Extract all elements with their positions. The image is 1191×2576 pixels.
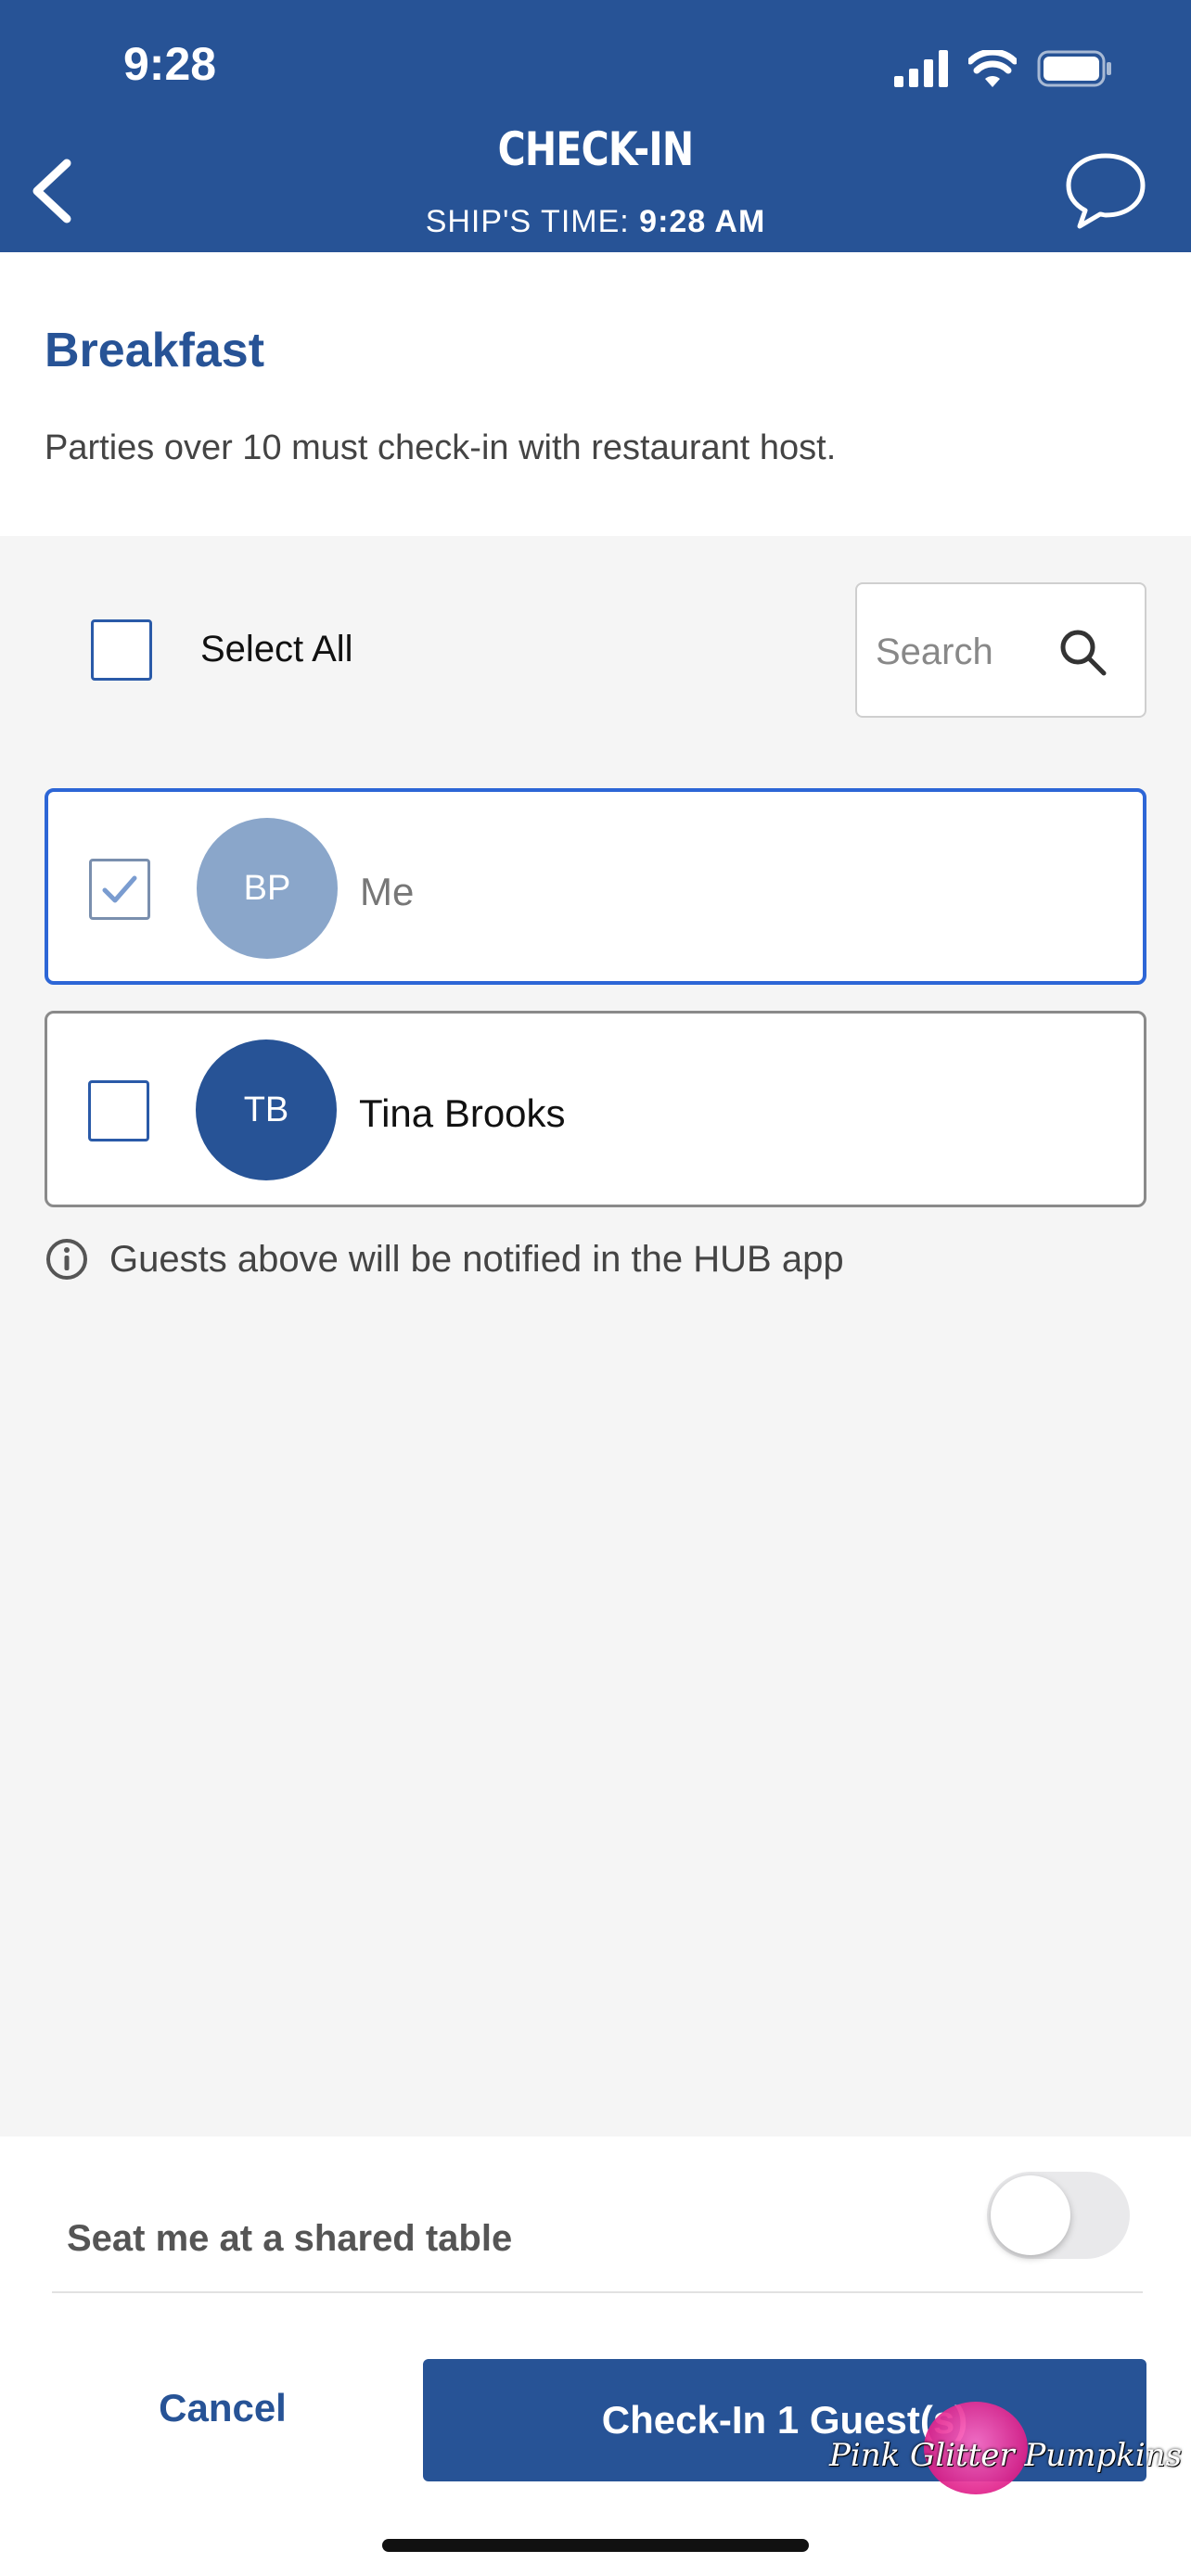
select-all-checkbox[interactable] [91, 619, 152, 681]
page-title: CHECK-IN [497, 122, 695, 176]
app-header: 9:28 CHECK-IN SHIP'S TIME: 9:28 AM [0, 0, 1191, 252]
search-box[interactable] [855, 582, 1146, 718]
guest-avatar: BP [197, 818, 338, 959]
bottom-panel: Seat me at a shared table Cancel Check-I… [0, 2136, 1191, 2576]
search-icon[interactable] [1057, 627, 1108, 677]
home-indicator [382, 2539, 809, 2552]
shared-table-toggle[interactable] [987, 2172, 1130, 2259]
pumpkin-logo-icon [924, 2402, 1028, 2494]
ships-time-label: SHIP'S TIME: [425, 204, 630, 239]
meal-note: Parties over 10 must check-in with resta… [45, 428, 837, 467]
battery-icon [1037, 50, 1111, 87]
notice-text: Guests above will be notified in the HUB… [109, 1238, 844, 1280]
chat-bubble-icon[interactable] [1061, 148, 1150, 232]
select-all-label[interactable]: Select All [200, 629, 353, 670]
check-in-button[interactable]: Check-In 1 Guest(s) [423, 2359, 1146, 2481]
status-bar-time: 9:28 [123, 38, 217, 90]
guest-name: Me [360, 870, 415, 913]
ships-time-value: 9:28 AM [639, 204, 766, 239]
meal-title: Breakfast [45, 324, 265, 377]
ships-time: SHIP'S TIME: 9:28 AM [0, 204, 1191, 240]
guest-checkbox[interactable] [88, 1080, 149, 1141]
guest-name: Tina Brooks [359, 1091, 566, 1135]
search-input[interactable] [876, 625, 1052, 679]
guest-card-me[interactable]: BP Me [45, 788, 1146, 985]
wifi-icon [968, 50, 1017, 87]
divider [52, 2291, 1143, 2293]
shared-table-label: Seat me at a shared table [67, 2218, 513, 2259]
info-icon [46, 1239, 87, 1280]
guest-avatar: TB [196, 1039, 337, 1180]
cancel-button[interactable]: Cancel [102, 2366, 343, 2450]
toggle-knob [991, 2175, 1070, 2255]
checkmark-icon [102, 875, 137, 903]
status-bar-icons [894, 46, 1113, 91]
signal-icon [894, 50, 948, 87]
guest-card-tina-brooks[interactable]: TB Tina Brooks [45, 1011, 1146, 1207]
guest-checkbox[interactable] [89, 859, 150, 920]
notification-notice: Guests above will be notified in the HUB… [45, 1231, 844, 1287]
meal-info-section: Breakfast Parties over 10 must check-in … [0, 252, 1191, 536]
